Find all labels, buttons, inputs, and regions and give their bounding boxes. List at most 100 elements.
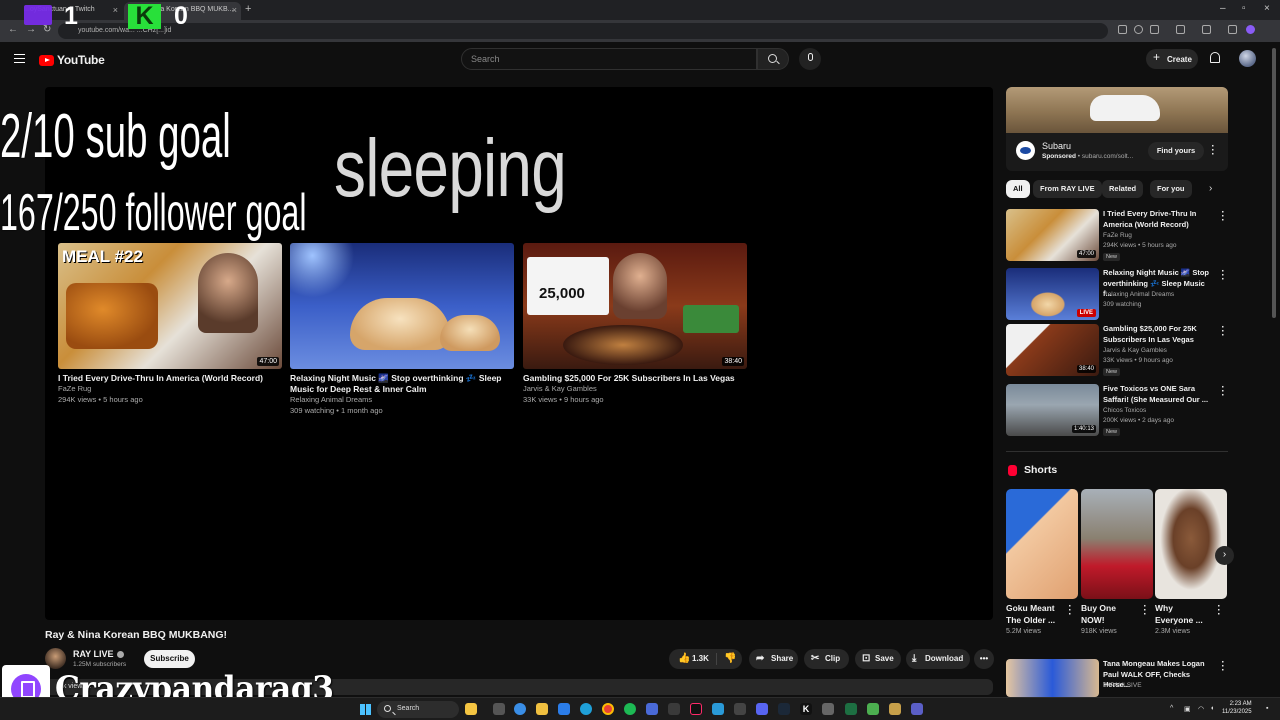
sidebar-icon[interactable]	[1228, 25, 1237, 34]
wifi-icon[interactable]: ◠	[1198, 705, 1204, 713]
recommended-video[interactable]: LIVE Relaxing Night Music 🌌 Stop overthi…	[1006, 267, 1228, 322]
end-screen-card[interactable]: 25,000 38:40 Gambling $25,000 For 25K Su…	[523, 243, 747, 405]
app-icon[interactable]	[712, 703, 724, 715]
sponsored-ad-card[interactable]: Subaru Sponsored • subaru.com/solt... Fi…	[1006, 87, 1228, 171]
browser-tab-twitch[interactable]: ...oySanctuary - Twitch ×	[4, 2, 122, 20]
copilot-icon[interactable]	[465, 703, 477, 715]
more-vertical-icon[interactable]: · · ·	[1219, 658, 1227, 676]
more-vertical-icon[interactable]: · · ·	[1066, 602, 1074, 620]
end-screen-card[interactable]: MEAL #22 47:00 I Tried Every Drive-Thru …	[58, 243, 282, 405]
tray-chevron-icon[interactable]: ^	[1170, 705, 1173, 712]
kick-app-icon[interactable]: K	[800, 703, 812, 715]
app-icon[interactable]	[867, 703, 879, 715]
excel-icon[interactable]	[845, 703, 857, 715]
thumbs-up-icon[interactable]: 👍	[678, 649, 690, 669]
chip-all[interactable]: All	[1006, 180, 1030, 198]
extensions-icon[interactable]	[1176, 25, 1185, 34]
like-dislike-group: 👍 1.3K 👎	[669, 649, 742, 669]
new-badge: New	[1103, 368, 1121, 376]
more-vertical-icon[interactable]: · · ·	[1219, 323, 1227, 341]
tab-close-icon[interactable]: ×	[232, 5, 237, 15]
short-item[interactable]: Why Everyone ... 2.3M views · · ·	[1155, 489, 1227, 635]
tab-close-icon[interactable]: ×	[113, 5, 118, 15]
window-close-icon[interactable]: ×	[1264, 3, 1270, 14]
search-input[interactable]	[462, 49, 756, 69]
teams-icon[interactable]	[911, 703, 923, 715]
recommended-video[interactable]: 1:40:13 Five Toxicos vs ONE Sara Saffari…	[1006, 383, 1228, 438]
task-view-icon[interactable]	[493, 703, 505, 715]
channel-name-text: RAY LIVE	[73, 649, 114, 659]
download-button[interactable]: ⤓ Download	[906, 649, 970, 669]
cast-icon[interactable]	[1118, 25, 1127, 34]
split-view-icon[interactable]	[1202, 25, 1211, 34]
windows-start-icon[interactable]	[360, 704, 371, 715]
back-icon[interactable]: ←	[8, 24, 18, 35]
reload-icon[interactable]: ↻	[43, 24, 51, 35]
short-item[interactable]: Buy One NOW! 918K views · · ·	[1081, 489, 1153, 635]
ad-cta-button[interactable]: Find yours	[1148, 142, 1204, 160]
like-count[interactable]: 1.3K	[692, 649, 709, 669]
discord-icon[interactable]	[756, 703, 768, 715]
more-vertical-icon[interactable]: · · ·	[1219, 267, 1227, 285]
shorts-next-button[interactable]: ›	[1215, 546, 1234, 565]
notifications-bell-icon[interactable]	[1210, 52, 1220, 63]
more-actions-button[interactable]: •••	[974, 649, 994, 669]
kick-viewer-count: 0	[174, 2, 188, 30]
file-explorer-icon[interactable]	[536, 703, 548, 715]
chip-related[interactable]: Related	[1102, 180, 1144, 198]
save-button[interactable]: ⊡ Save	[855, 649, 901, 669]
chip-for-you[interactable]: For you	[1150, 180, 1192, 198]
recommended-video[interactable]: 38:40 Gambling $25,000 For 25K Subscribe…	[1006, 323, 1228, 378]
app-icon[interactable]	[514, 703, 526, 715]
chevron-right-icon[interactable]: ›	[1209, 183, 1212, 194]
app-icon[interactable]	[646, 703, 658, 715]
recommended-video[interactable]: Tana Mongeau Makes Logan Paul WALK OFF, …	[1006, 658, 1228, 697]
spotify-icon[interactable]	[624, 703, 636, 715]
search-button[interactable]	[757, 48, 789, 70]
zoom-icon[interactable]	[1134, 25, 1143, 34]
share-button[interactable]: ➦ Share	[749, 649, 798, 669]
clip-button[interactable]: ✂ Clip	[804, 649, 849, 669]
hamburger-menu-icon[interactable]	[14, 54, 25, 63]
maximize-icon[interactable]: ▫	[1242, 3, 1246, 14]
edge-icon[interactable]	[580, 703, 592, 715]
steam-icon[interactable]	[778, 703, 790, 715]
app-icon[interactable]	[668, 703, 680, 715]
new-tab-icon[interactable]: +	[245, 3, 251, 15]
app-icon[interactable]	[889, 703, 901, 715]
video-meta: 294K views • 5 hours ago	[58, 394, 143, 404]
taskbar-clock[interactable]: 2:23 AM 11/23/2025	[1222, 700, 1252, 716]
bookmark-star-icon[interactable]	[1150, 25, 1159, 34]
clip-label: Clip	[825, 654, 841, 663]
chip-from-channel[interactable]: From RAY LIVE	[1033, 180, 1102, 198]
tray-app-icon[interactable]: ▣	[1184, 705, 1191, 713]
short-item[interactable]: Goku Meant The Older ... 5.2M views · · ·	[1006, 489, 1078, 635]
chrome-icon[interactable]	[602, 703, 614, 715]
channel-name-link[interactable]: RAY LIVE	[73, 649, 124, 659]
recommended-video[interactable]: 47:00 I Tried Every Drive-Thru In Americ…	[1006, 208, 1228, 263]
url-field[interactable]: youtube.com/wa... ...CHz[...]id	[58, 23, 1108, 39]
profile-icon[interactable]	[1246, 25, 1255, 34]
thumbs-down-icon[interactable]: 👎	[724, 649, 736, 669]
volume-icon[interactable]: ◖	[1210, 705, 1214, 712]
more-vertical-icon[interactable]: · · ·	[1219, 208, 1227, 226]
tiktok-icon[interactable]	[690, 703, 702, 715]
app-icon[interactable]	[734, 703, 746, 715]
create-button[interactable]: + Create	[1146, 49, 1198, 69]
notifications-icon[interactable]: ▪	[1266, 705, 1268, 712]
youtube-logo[interactable]: YouTube	[39, 53, 105, 67]
subscribe-button[interactable]: Subscribe	[144, 650, 195, 668]
account-avatar[interactable]	[1239, 50, 1256, 67]
page-scrollbar[interactable]	[1272, 48, 1276, 318]
store-icon[interactable]	[558, 703, 570, 715]
minimize-icon[interactable]: –	[1220, 3, 1226, 14]
more-vertical-icon[interactable]: · · ·	[1219, 383, 1227, 401]
voice-search-button[interactable]	[799, 48, 821, 70]
taskbar-search[interactable]: Search	[377, 701, 459, 718]
app-icon[interactable]	[822, 703, 834, 715]
end-screen-card[interactable]: Relaxing Night Music 🌌 Stop overthinking…	[290, 243, 514, 416]
forward-icon[interactable]: →	[26, 24, 36, 35]
more-vertical-icon[interactable]: · · ·	[1141, 602, 1149, 620]
more-vertical-icon[interactable]: · · ·	[1209, 142, 1217, 160]
more-vertical-icon[interactable]: · · ·	[1215, 602, 1223, 620]
